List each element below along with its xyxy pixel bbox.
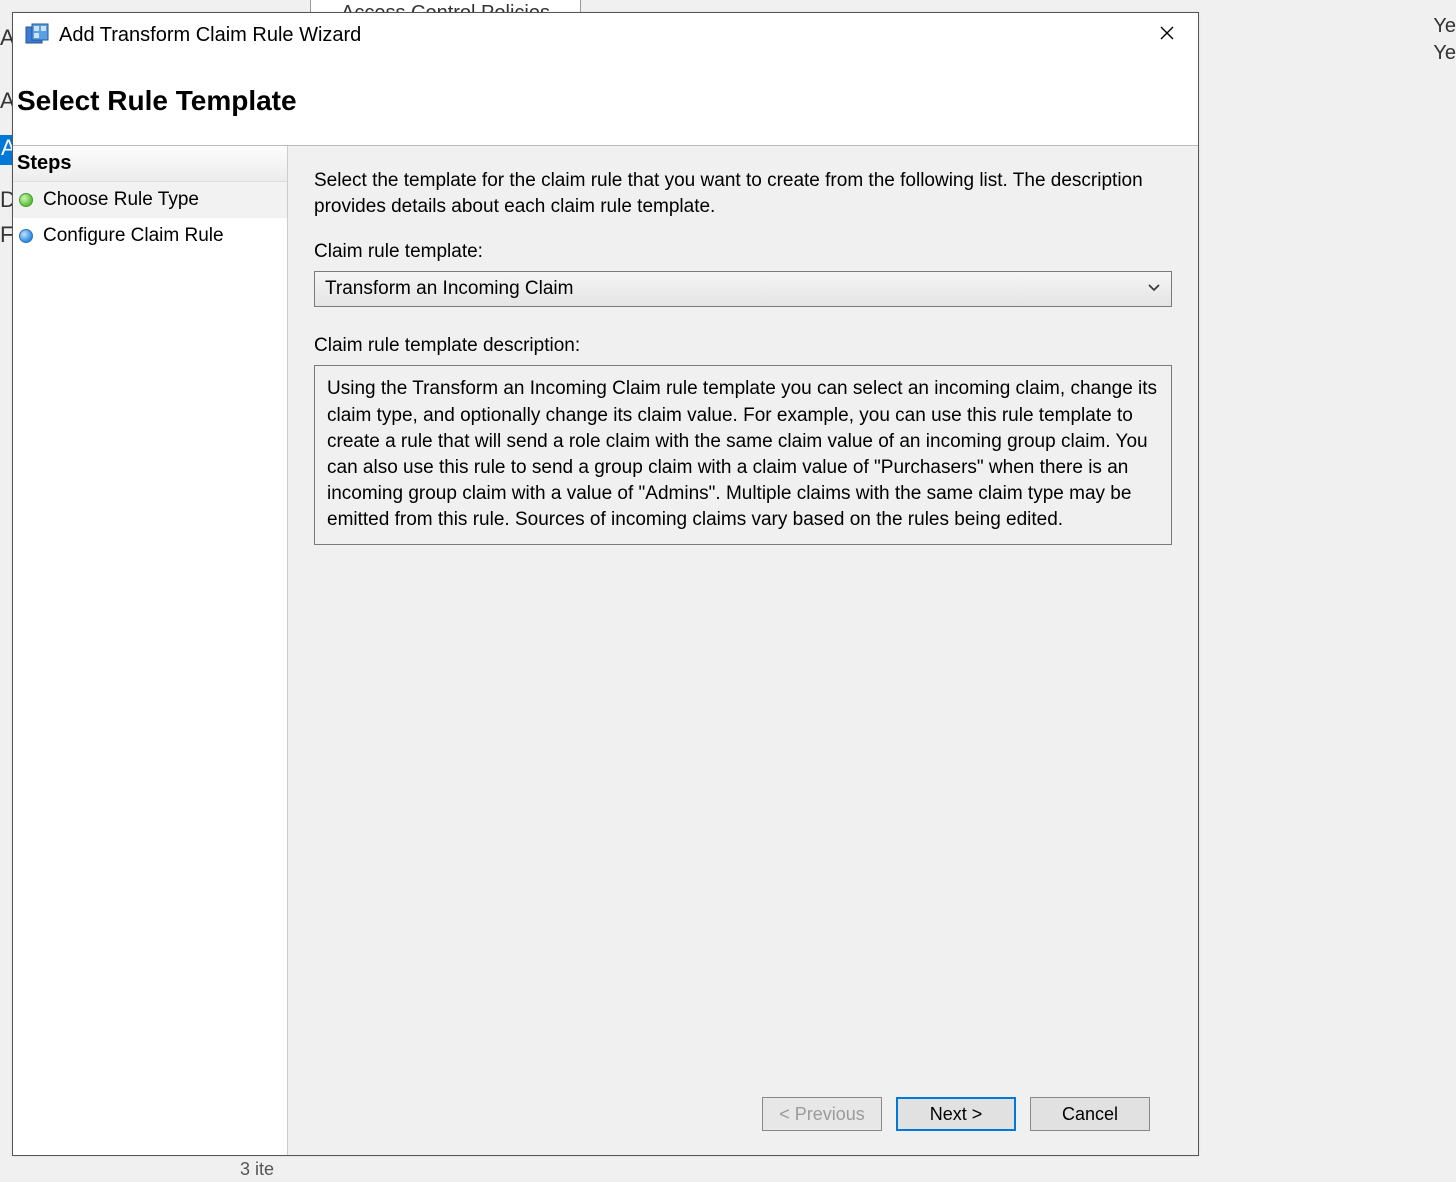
step-label: Configure Claim Rule [43, 225, 224, 247]
spacer [314, 545, 1172, 1083]
close-icon [1159, 25, 1175, 46]
titlebar: Add Transform Claim Rule Wizard [13, 13, 1198, 57]
page-header: Select Rule Template [13, 57, 1198, 145]
step-configure-claim-rule[interactable]: Configure Claim Rule [13, 218, 287, 254]
next-button[interactable]: Next > [896, 1097, 1016, 1131]
close-button[interactable] [1144, 19, 1190, 51]
template-description: Using the Transform an Incoming Claim ru… [314, 365, 1172, 544]
step-pending-icon [19, 229, 33, 243]
dialog-title: Add Transform Claim Rule Wizard [59, 24, 1144, 47]
wizard-dialog: Add Transform Claim Rule Wizard Select R… [12, 12, 1199, 1156]
chevron-down-icon [1147, 278, 1161, 300]
dropdown-selected-value: Transform an Incoming Claim [325, 278, 573, 300]
background-fragment: Ye [1433, 15, 1456, 38]
main-panel: Select the template for the claim rule t… [288, 146, 1198, 1155]
page-title: Select Rule Template [17, 85, 1198, 117]
step-label: Choose Rule Type [43, 189, 199, 211]
steps-sidebar: Steps Choose Rule Type Configure Claim R… [13, 146, 288, 1155]
wizard-icon [25, 23, 49, 47]
intro-text: Select the template for the claim rule t… [314, 168, 1172, 219]
wizard-footer: < Previous Next > Cancel [314, 1083, 1172, 1145]
template-label: Claim rule template: [314, 241, 1172, 263]
steps-header: Steps [13, 146, 287, 182]
wizard-body: Steps Choose Rule Type Configure Claim R… [13, 145, 1198, 1155]
step-current-icon [19, 193, 33, 207]
background-fragment: Ye [1433, 42, 1456, 65]
background-letter-selected: A [0, 135, 12, 165]
description-label: Claim rule template description: [314, 335, 1172, 357]
step-choose-rule-type[interactable]: Choose Rule Type [13, 182, 287, 218]
cancel-button[interactable]: Cancel [1030, 1097, 1150, 1131]
background-status: 3 ite [240, 1159, 274, 1180]
previous-button: < Previous [762, 1097, 882, 1131]
claim-rule-template-dropdown[interactable]: Transform an Incoming Claim [314, 271, 1172, 307]
